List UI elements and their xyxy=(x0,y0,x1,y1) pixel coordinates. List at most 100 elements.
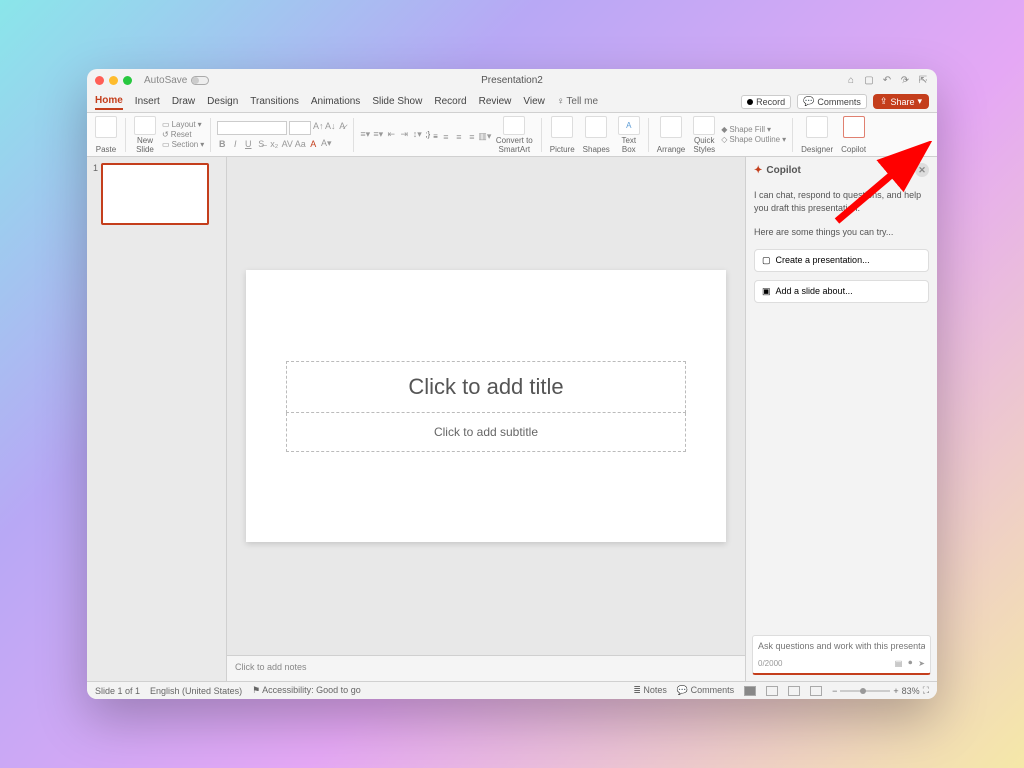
zoom-slider[interactable] xyxy=(840,690,890,692)
undo-icon[interactable]: ↶ xyxy=(881,74,893,86)
comments-toggle[interactable]: 💬 Comments xyxy=(677,685,734,696)
zoom-out-icon[interactable]: − xyxy=(832,686,837,696)
picture-button[interactable]: Picture xyxy=(548,116,577,154)
tab-slideshow[interactable]: Slide Show xyxy=(372,94,422,109)
autosave-toggle[interactable] xyxy=(191,76,209,85)
smartart-button[interactable]: Convert to SmartArt xyxy=(494,116,535,154)
sorter-view-icon[interactable] xyxy=(766,686,778,696)
record-button[interactable]: Record xyxy=(741,95,791,109)
font-family-input[interactable] xyxy=(217,121,287,135)
slideshow-view-icon[interactable] xyxy=(810,686,822,696)
subscript-icon[interactable]: x₂ xyxy=(269,139,279,149)
bold-icon[interactable]: B xyxy=(217,139,227,149)
tab-home[interactable]: Home xyxy=(95,93,123,110)
tab-animations[interactable]: Animations xyxy=(311,94,360,109)
slide-canvas[interactable]: Click to add title Click to add subtitle xyxy=(246,270,726,542)
zoom-in-icon[interactable]: + xyxy=(893,686,898,696)
share-icon: ⇪ xyxy=(880,96,888,107)
textbox-icon: A xyxy=(618,116,640,135)
tab-record[interactable]: Record xyxy=(434,94,466,109)
paste-button[interactable]: Paste xyxy=(93,116,119,154)
thumbnail-pane: 1 xyxy=(87,157,227,681)
layout-button[interactable]: ▭ Layout ▾ xyxy=(162,120,204,129)
strike-icon[interactable]: S̶ xyxy=(256,139,266,149)
copilot-input[interactable] xyxy=(758,641,925,651)
home-icon[interactable]: ⌂ xyxy=(845,74,857,86)
copilot-ribbon-button[interactable]: Copilot xyxy=(839,116,868,154)
close-dot[interactable] xyxy=(95,76,104,85)
shapes-button[interactable]: Shapes xyxy=(581,116,612,154)
mic-icon[interactable]: ⏺ xyxy=(908,658,912,668)
numbering-icon[interactable]: ≡▾ xyxy=(373,130,383,140)
align-center-icon[interactable]: ≡ xyxy=(441,132,451,142)
new-slide-button[interactable]: New Slide xyxy=(132,116,158,154)
quick-styles-button[interactable]: Quick Styles xyxy=(691,116,717,154)
align-left-icon[interactable]: ≡ xyxy=(433,132,438,142)
reading-view-icon[interactable] xyxy=(788,686,800,696)
notes-toggle[interactable]: ≣ Notes xyxy=(633,685,667,696)
indent-left-icon[interactable]: ⇤ xyxy=(386,130,396,140)
share-button[interactable]: ⇪Share▾ xyxy=(873,94,929,109)
shapes-icon xyxy=(585,116,607,138)
maximize-dot[interactable] xyxy=(123,76,132,85)
designer-button[interactable]: Designer xyxy=(799,116,835,154)
zoom-percent[interactable]: 83% xyxy=(902,686,920,696)
font-color-icon[interactable]: A▾ xyxy=(321,139,331,149)
section-button[interactable]: ▭ Section ▾ xyxy=(162,140,204,149)
italic-icon[interactable]: I xyxy=(230,139,240,149)
case-icon[interactable]: Aa xyxy=(295,139,305,149)
tab-insert[interactable]: Insert xyxy=(135,94,160,109)
clear-format-icon[interactable]: A̷ xyxy=(337,121,347,131)
send-icon[interactable]: ➤ xyxy=(918,659,925,668)
minimize-dot[interactable] xyxy=(109,76,118,85)
designer-icon xyxy=(806,116,828,138)
underline-icon[interactable]: U xyxy=(243,139,253,149)
suggestion-add-slide[interactable]: ▣Add a slide about... xyxy=(754,280,929,303)
smartart-icon xyxy=(503,116,525,135)
slide-count: Slide 1 of 1 xyxy=(95,686,140,696)
workspace: 1 Click to add title Click to add subtit… xyxy=(87,157,937,681)
bullets-icon[interactable]: ≡▾ xyxy=(360,130,370,140)
shape-fill-button[interactable]: ◆ Shape Fill ▾ xyxy=(721,125,786,134)
font-size-input[interactable] xyxy=(289,121,311,135)
tab-view[interactable]: View xyxy=(523,94,545,109)
align-right-icon[interactable]: ≡ xyxy=(454,132,464,142)
tab-design[interactable]: Design xyxy=(207,94,238,109)
slide-icon: ▣ xyxy=(762,286,771,297)
grow-font-icon[interactable]: A↑ xyxy=(313,121,323,131)
fit-window-icon[interactable]: ⛶ xyxy=(923,685,929,696)
highlight-icon[interactable]: A xyxy=(308,139,318,149)
language[interactable]: English (United States) xyxy=(150,686,242,696)
tell-me[interactable]: ♀ Tell me xyxy=(557,96,598,107)
tab-transitions[interactable]: Transitions xyxy=(250,94,299,109)
close-pane-icon[interactable]: ✕ xyxy=(915,163,929,177)
justify-icon[interactable]: ≡ xyxy=(467,132,477,142)
title-placeholder[interactable]: Click to add title xyxy=(286,361,686,413)
notes-pane[interactable]: Click to add notes xyxy=(227,655,745,681)
textbox-button[interactable]: AText Box xyxy=(616,116,642,154)
spacing-icon[interactable]: AV xyxy=(282,139,292,149)
shrink-font-icon[interactable]: A↓ xyxy=(325,121,335,131)
reset-button[interactable]: ↺ Reset xyxy=(162,130,204,139)
search-icon[interactable]: ⌕ xyxy=(899,74,911,86)
tab-review[interactable]: Review xyxy=(479,94,512,109)
shape-outline-button[interactable]: ◇ Shape Outline ▾ xyxy=(721,135,786,144)
arrange-button[interactable]: Arrange xyxy=(655,116,687,154)
char-counter: 0/2000 xyxy=(758,659,782,668)
autosave-label: AutoSave xyxy=(144,75,187,86)
accessibility-status[interactable]: ⚑ Accessibility: Good to go xyxy=(252,685,361,696)
indent-right-icon[interactable]: ⇥ xyxy=(399,130,409,140)
tab-draw[interactable]: Draw xyxy=(172,94,195,109)
suggestion-create[interactable]: ▢Create a presentation... xyxy=(754,249,929,272)
ribbon-toggle-icon[interactable]: ⇱ xyxy=(917,74,929,86)
comments-button[interactable]: 💬Comments xyxy=(797,94,867,109)
prompt-book-icon[interactable]: ▤ xyxy=(895,659,903,668)
line-spacing-icon[interactable]: ↕▾ xyxy=(412,130,422,140)
save-icon[interactable]: ▢ xyxy=(863,74,875,86)
slide-thumbnail-1[interactable] xyxy=(101,163,209,225)
copilot-icon xyxy=(843,116,865,138)
subtitle-placeholder[interactable]: Click to add subtitle xyxy=(286,413,686,452)
copilot-title: Copilot xyxy=(766,165,800,176)
columns-icon[interactable]: ▥▾ xyxy=(480,132,490,142)
normal-view-icon[interactable] xyxy=(744,686,756,696)
